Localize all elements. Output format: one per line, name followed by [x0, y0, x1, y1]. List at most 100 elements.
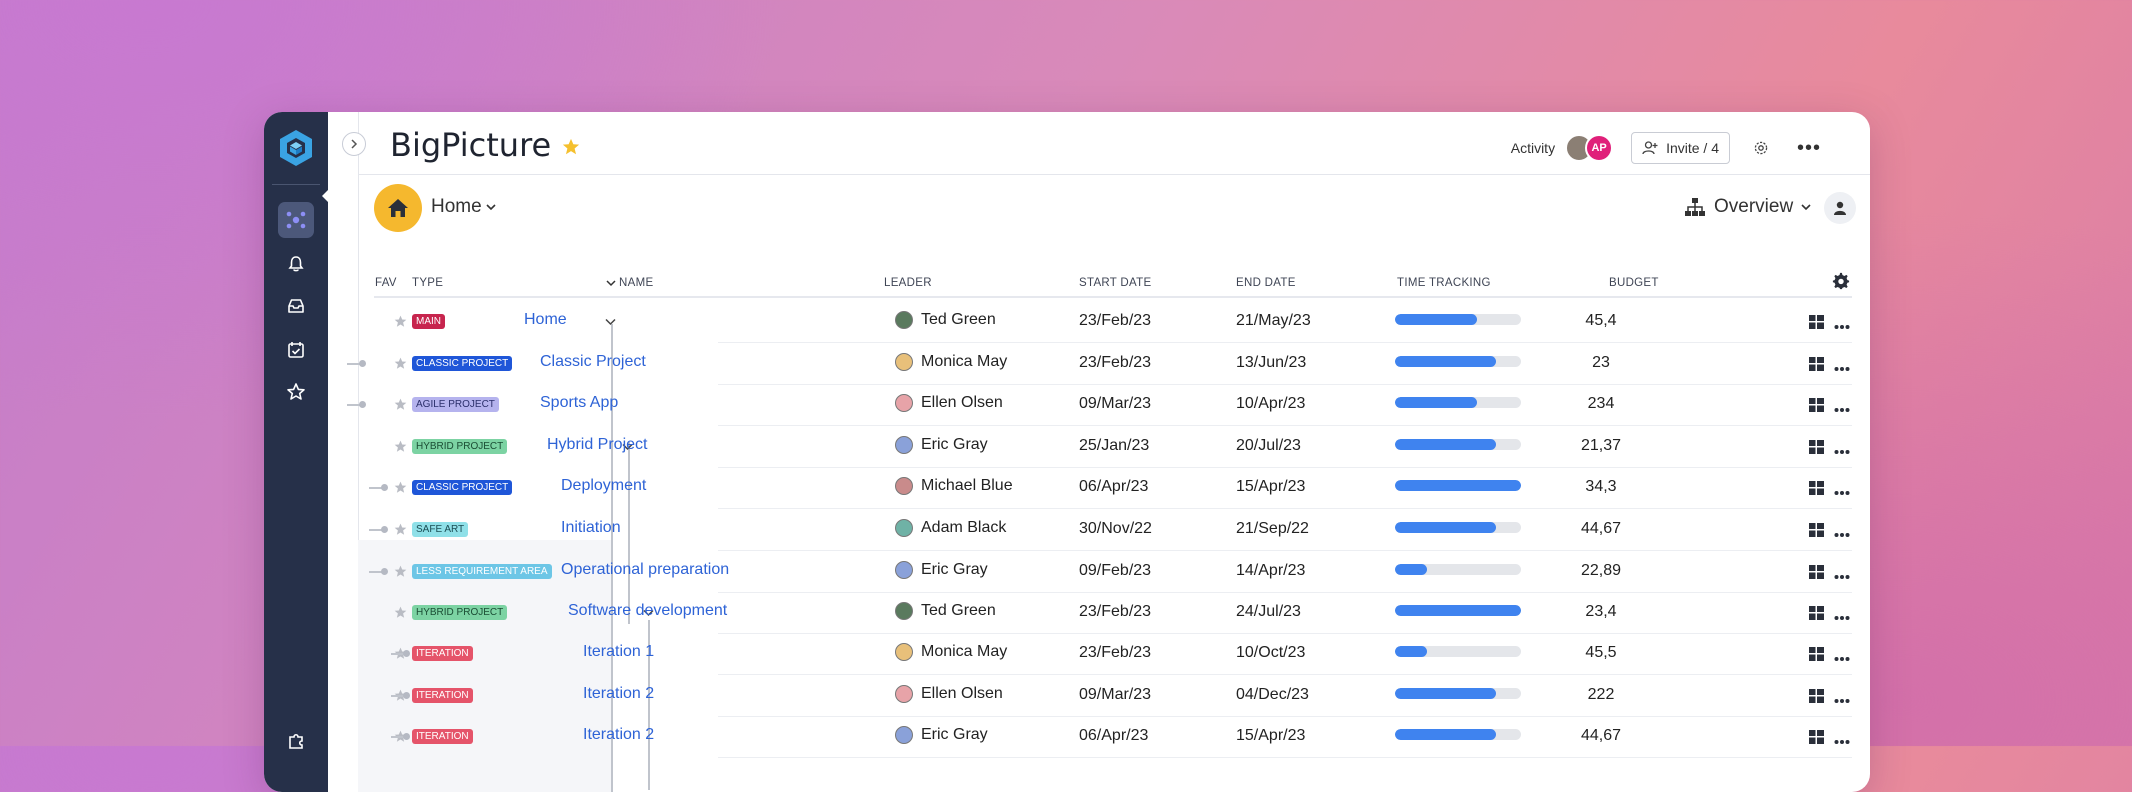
column-header-time-tracking[interactable]: TIME TRACKING: [1397, 277, 1491, 289]
column-header-name[interactable]: NAME: [606, 277, 653, 289]
end-date[interactable]: 13/Jun/23: [1236, 354, 1306, 372]
item-name-link[interactable]: Iteration 2: [583, 685, 654, 703]
row-more-options-icon[interactable]: [1834, 442, 1850, 460]
item-name-link[interactable]: Sports App: [540, 394, 618, 412]
board-view-icon[interactable]: [1809, 689, 1824, 708]
chevron-down-icon[interactable]: [606, 279, 616, 287]
favorite-star-icon[interactable]: [394, 357, 407, 375]
row-more-options-icon[interactable]: [1834, 483, 1850, 501]
end-date[interactable]: 15/Apr/23: [1236, 478, 1305, 496]
expand-sidebar-button[interactable]: [342, 132, 366, 156]
budget-value[interactable]: 44,67: [1571, 727, 1631, 745]
favorite-star-icon[interactable]: [394, 440, 407, 458]
inbox-icon[interactable]: [284, 294, 308, 318]
collaborator-avatars[interactable]: AP: [1565, 134, 1614, 162]
leader-cell[interactable]: Ellen Olsen: [895, 394, 1003, 412]
table-row[interactable]: LESS REQUIREMENT AREA Operational prepara…: [369, 551, 1852, 593]
budget-value[interactable]: 23: [1571, 354, 1631, 372]
column-header-type[interactable]: TYPE: [412, 277, 443, 289]
home-dropdown[interactable]: Home: [431, 196, 496, 218]
budget-value[interactable]: 45,4: [1571, 312, 1631, 330]
leader-cell[interactable]: Ted Green: [895, 311, 996, 329]
row-more-options-icon[interactable]: [1834, 691, 1850, 709]
column-header-budget[interactable]: BUDGET: [1609, 277, 1659, 289]
favorite-star-icon[interactable]: [394, 398, 407, 416]
start-date[interactable]: 23/Feb/23: [1079, 644, 1151, 662]
table-row[interactable]: ITERATION Iteration 2 Ellen Olsen 09/Mar/23…: [374, 675, 1852, 717]
item-name-link[interactable]: Operational preparation: [561, 561, 729, 579]
favorite-star-icon[interactable]: [394, 481, 407, 499]
column-header-start-date[interactable]: START DATE: [1079, 277, 1151, 289]
calendar-check-icon[interactable]: [284, 338, 308, 362]
leader-cell[interactable]: Michael Blue: [895, 477, 1013, 495]
column-header-fav[interactable]: FAV: [375, 277, 397, 289]
board-view-icon[interactable]: [1809, 398, 1824, 417]
leader-cell[interactable]: Monica May: [895, 353, 1007, 371]
table-row[interactable]: AGILE PROJECT Sports App Ellen Olsen 09/Mar…: [347, 384, 1852, 426]
budget-value[interactable]: 23,4: [1571, 603, 1631, 621]
budget-value[interactable]: 21,37: [1571, 437, 1631, 455]
activity-link[interactable]: Activity: [1511, 140, 1555, 156]
budget-value[interactable]: 234: [1571, 395, 1631, 413]
board-view-icon[interactable]: [1809, 606, 1824, 625]
start-date[interactable]: 09/Mar/23: [1079, 395, 1151, 413]
leader-cell[interactable]: Eric Gray: [895, 726, 988, 744]
leader-cell[interactable]: Ted Green: [895, 602, 996, 620]
budget-value[interactable]: 34,3: [1571, 478, 1631, 496]
leader-cell[interactable]: Monica May: [895, 643, 1007, 661]
board-view-icon[interactable]: [1809, 523, 1824, 542]
chevron-down-icon[interactable]: [605, 315, 616, 329]
start-date[interactable]: 25/Jan/23: [1079, 437, 1149, 455]
column-header-leader[interactable]: LEADER: [884, 277, 932, 289]
favorite-star-icon[interactable]: [562, 138, 580, 161]
board-view-icon[interactable]: [1809, 730, 1824, 749]
row-more-options-icon[interactable]: [1834, 567, 1850, 585]
leader-cell[interactable]: Eric Gray: [895, 561, 988, 579]
invite-button[interactable]: Invite / 4: [1631, 132, 1730, 164]
leader-cell[interactable]: Adam Black: [895, 519, 1006, 537]
end-date[interactable]: 15/Apr/23: [1236, 727, 1305, 745]
leader-cell[interactable]: Ellen Olsen: [895, 685, 1003, 703]
user-menu-button[interactable]: [1824, 192, 1856, 224]
start-date[interactable]: 30/Nov/22: [1079, 520, 1152, 538]
item-name-link[interactable]: Home: [524, 311, 567, 329]
item-name-link[interactable]: Hybrid Project: [547, 436, 647, 454]
end-date[interactable]: 20/Jul/23: [1236, 437, 1301, 455]
view-selector[interactable]: Overview: [1684, 196, 1811, 218]
favorite-star-icon[interactable]: [394, 523, 407, 541]
start-date[interactable]: 23/Feb/23: [1079, 354, 1151, 372]
item-name-link[interactable]: Iteration 1: [583, 643, 654, 661]
row-more-options-icon[interactable]: [1834, 649, 1850, 667]
end-date[interactable]: 24/Jul/23: [1236, 603, 1301, 621]
board-view-icon[interactable]: [1809, 481, 1824, 500]
settings-gear-icon[interactable]: [1750, 137, 1772, 159]
end-date[interactable]: 10/Apr/23: [1236, 395, 1305, 413]
start-date[interactable]: 23/Feb/23: [1079, 312, 1151, 330]
home-button[interactable]: [374, 184, 422, 232]
start-date[interactable]: 06/Apr/23: [1079, 727, 1148, 745]
table-row[interactable]: ITERATION Iteration 2 Eric Gray 06/Apr/23 15…: [374, 716, 1852, 758]
more-options-icon[interactable]: •••: [1796, 137, 1822, 159]
board-view-icon[interactable]: [1809, 565, 1824, 584]
budget-value[interactable]: 44,67: [1571, 520, 1631, 538]
row-more-options-icon[interactable]: [1834, 359, 1850, 377]
row-more-options-icon[interactable]: [1834, 317, 1850, 335]
board-view-icon[interactable]: [1809, 315, 1824, 334]
table-row[interactable]: HYBRID PROJECT Hybrid Project Eric Gray 25/…: [374, 426, 1852, 468]
start-date[interactable]: 06/Apr/23: [1079, 478, 1148, 496]
end-date[interactable]: 04/Dec/23: [1236, 686, 1309, 704]
table-row[interactable]: MAIN Home Ted Green 23/Feb/23 21/May/23 45,4: [374, 301, 1852, 343]
puzzle-icon[interactable]: [284, 728, 308, 752]
bell-icon[interactable]: [284, 252, 308, 276]
column-header-end-date[interactable]: END DATE: [1236, 277, 1296, 289]
bigpicture-logo-icon[interactable]: [277, 128, 315, 168]
budget-value[interactable]: 222: [1571, 686, 1631, 704]
table-row[interactable]: CLASSIC PROJECT Deployment Michael Blue 06/…: [369, 467, 1852, 509]
end-date[interactable]: 21/May/23: [1236, 312, 1311, 330]
end-date[interactable]: 21/Sep/22: [1236, 520, 1309, 538]
table-settings-gear-icon[interactable]: [1832, 272, 1850, 295]
item-name-link[interactable]: Iteration 2: [583, 726, 654, 744]
item-name-link[interactable]: Classic Project: [540, 353, 646, 371]
board-view-icon[interactable]: [1809, 440, 1824, 459]
item-name-link[interactable]: Initiation: [561, 519, 621, 537]
